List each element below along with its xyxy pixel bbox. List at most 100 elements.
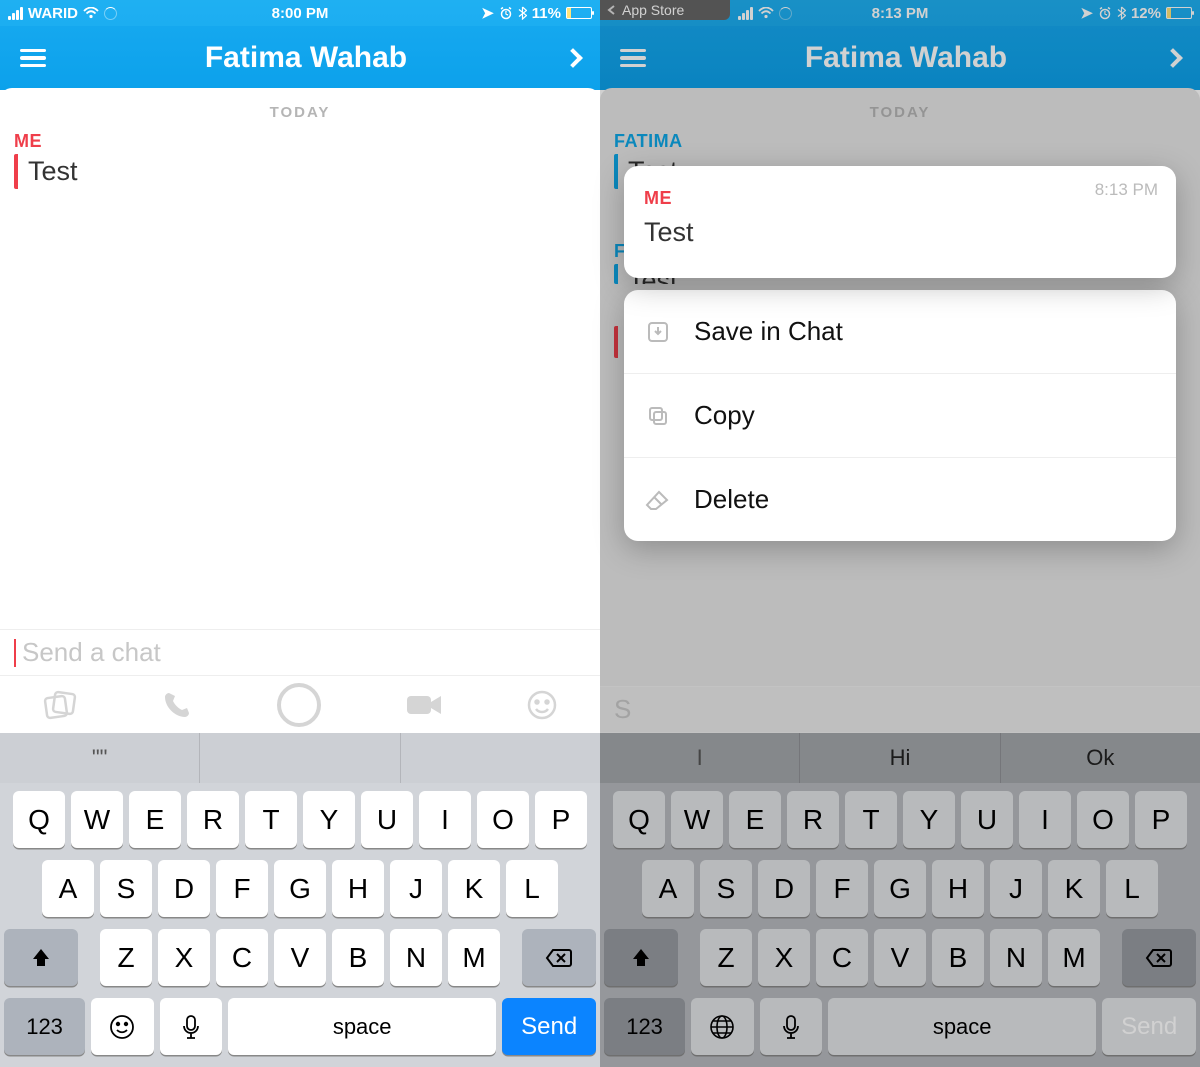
battery-icon [566, 7, 592, 19]
key-letter[interactable]: Y [903, 791, 955, 848]
key-emoji[interactable] [91, 998, 153, 1055]
save-icon [644, 320, 672, 344]
popover-message[interactable]: ME 8:13 PM Test [624, 166, 1176, 278]
chat-area[interactable]: TODAY ME Test [0, 88, 600, 629]
key-shift[interactable] [4, 929, 78, 986]
menu-icon[interactable] [620, 45, 646, 72]
key-letter[interactable]: I [1019, 791, 1071, 848]
suggestion[interactable]: Hi [800, 733, 1000, 783]
key-space[interactable]: space [828, 998, 1096, 1055]
chat-input-placeholder: S [614, 694, 631, 725]
suggestion[interactable]: I [600, 733, 800, 783]
key-letter[interactable]: Q [613, 791, 665, 848]
menu-icon[interactable] [20, 45, 46, 72]
key-send[interactable]: Send [1102, 998, 1196, 1055]
key-letter[interactable]: H [332, 860, 384, 917]
key-letter[interactable]: C [816, 929, 868, 986]
key-letter[interactable]: A [642, 860, 694, 917]
eraser-icon [644, 489, 672, 511]
key-letter[interactable]: A [42, 860, 94, 917]
chevron-right-icon[interactable] [563, 48, 583, 68]
key-letter[interactable]: M [448, 929, 500, 986]
suggestion[interactable]: Ok [1001, 733, 1200, 783]
chat-input-bar[interactable]: Send a chat [0, 629, 600, 675]
suggestion[interactable] [200, 733, 400, 783]
key-letter[interactable]: E [729, 791, 781, 848]
key-letter[interactable]: F [216, 860, 268, 917]
key-letter[interactable]: T [845, 791, 897, 848]
menu-label: Save in Chat [694, 316, 843, 347]
key-letter[interactable]: E [129, 791, 181, 848]
key-letter[interactable]: B [332, 929, 384, 986]
chat-input-bar[interactable]: S [600, 686, 1200, 732]
keyboard: QWERTYUIOP ASDFGHJKL ZXCVBNM 123 space S… [0, 783, 600, 1067]
key-letter[interactable]: S [100, 860, 152, 917]
key-letter[interactable]: Y [303, 791, 355, 848]
key-letter[interactable]: M [1048, 929, 1100, 986]
sticker-icon[interactable] [526, 689, 558, 721]
menu-save-in-chat[interactable]: Save in Chat [624, 290, 1176, 374]
key-letter[interactable]: F [816, 860, 868, 917]
key-letter[interactable]: S [700, 860, 752, 917]
back-to-app[interactable]: App Store [600, 0, 730, 20]
message-text[interactable]: Test [14, 154, 586, 189]
key-letter[interactable]: K [448, 860, 500, 917]
key-letter[interactable]: R [787, 791, 839, 848]
key-letter[interactable]: J [390, 860, 442, 917]
key-numbers[interactable]: 123 [4, 998, 85, 1055]
key-letter[interactable]: Q [13, 791, 65, 848]
key-letter[interactable]: X [158, 929, 210, 986]
key-globe[interactable] [691, 998, 753, 1055]
key-backspace[interactable] [1122, 929, 1196, 986]
key-letter[interactable]: P [535, 791, 587, 848]
key-letter[interactable]: W [671, 791, 723, 848]
key-letter[interactable]: L [506, 860, 558, 917]
sender-label: FATIMA [614, 131, 1186, 152]
chevron-right-icon[interactable] [1163, 48, 1183, 68]
key-mic[interactable] [160, 998, 222, 1055]
key-letter[interactable]: T [245, 791, 297, 848]
chat-message[interactable]: ME Test [14, 131, 586, 189]
key-letter[interactable]: O [477, 791, 529, 848]
key-letter[interactable]: I [419, 791, 471, 848]
key-letter[interactable]: U [961, 791, 1013, 848]
menu-copy[interactable]: Copy [624, 374, 1176, 458]
key-letter[interactable]: C [216, 929, 268, 986]
suggestion[interactable]: "" [0, 733, 200, 783]
suggestion[interactable] [401, 733, 600, 783]
key-space[interactable]: space [228, 998, 496, 1055]
key-letter[interactable]: V [274, 929, 326, 986]
key-mic[interactable] [760, 998, 822, 1055]
key-letter[interactable]: Z [700, 929, 752, 986]
key-letter[interactable]: H [932, 860, 984, 917]
key-letter[interactable]: D [758, 860, 810, 917]
shutter-button[interactable] [277, 683, 321, 727]
key-letter[interactable]: V [874, 929, 926, 986]
key-letter[interactable]: N [990, 929, 1042, 986]
key-shift[interactable] [604, 929, 678, 986]
key-letter[interactable]: W [71, 791, 123, 848]
phone-icon[interactable] [161, 689, 193, 721]
key-letter[interactable]: O [1077, 791, 1129, 848]
video-icon[interactable] [405, 692, 443, 718]
key-letter[interactable]: G [274, 860, 326, 917]
key-send[interactable]: Send [502, 998, 596, 1055]
key-letter[interactable]: Z [100, 929, 152, 986]
copy-icon [644, 404, 672, 428]
key-numbers[interactable]: 123 [604, 998, 685, 1055]
key-letter[interactable]: U [361, 791, 413, 848]
key-letter[interactable]: B [932, 929, 984, 986]
status-header-wrap: WARID 8:00 PM ➤ 11% Fatima Wa [0, 0, 600, 90]
key-letter[interactable]: N [390, 929, 442, 986]
key-letter[interactable]: J [990, 860, 1042, 917]
key-letter[interactable]: X [758, 929, 810, 986]
key-letter[interactable]: L [1106, 860, 1158, 917]
menu-delete[interactable]: Delete [624, 458, 1176, 541]
key-letter[interactable]: K [1048, 860, 1100, 917]
gallery-icon[interactable] [42, 689, 78, 721]
key-letter[interactable]: G [874, 860, 926, 917]
key-backspace[interactable] [522, 929, 596, 986]
key-letter[interactable]: D [158, 860, 210, 917]
key-letter[interactable]: P [1135, 791, 1187, 848]
key-letter[interactable]: R [187, 791, 239, 848]
